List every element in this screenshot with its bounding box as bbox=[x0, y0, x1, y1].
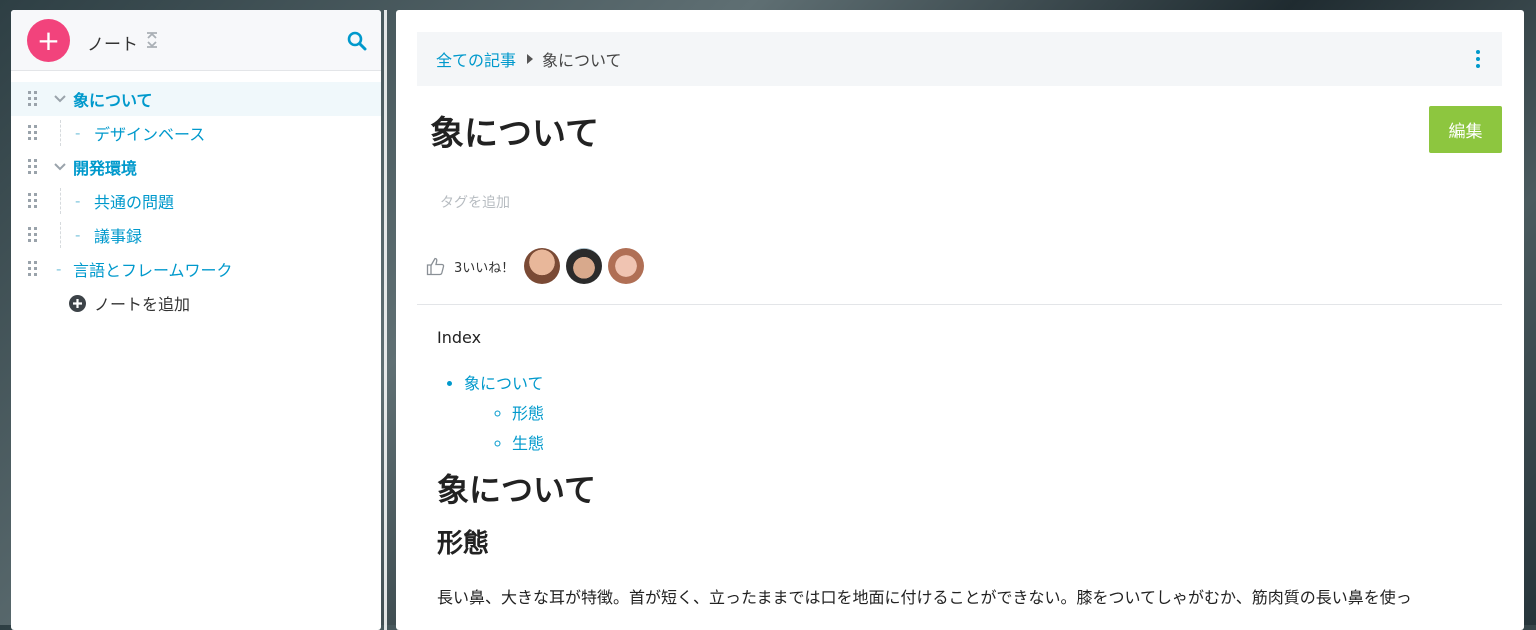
plus-circle-icon bbox=[69, 294, 86, 312]
add-note-label: ノートを追加 bbox=[94, 295, 191, 314]
content-divider bbox=[417, 304, 1502, 305]
add-note-button[interactable]: ノートを追加 bbox=[69, 291, 190, 315]
index-label: Index bbox=[437, 328, 482, 347]
toc-subitem[interactable]: 形態 bbox=[512, 399, 1484, 429]
tree-item-label: 議事録 bbox=[94, 227, 143, 246]
chevron-down-icon[interactable] bbox=[54, 163, 66, 171]
toc-link[interactable]: 生態 bbox=[512, 434, 544, 453]
article-panel: 全ての記事 象について 象について 編集 タグを追加 3いいね！ Index 象… bbox=[396, 10, 1524, 630]
article-body: Index 象について 形態 生態 象について 形態 長い鼻、大きな耳が特徴。首… bbox=[437, 328, 1484, 608]
tree-dash: - bbox=[75, 124, 81, 142]
toc-item[interactable]: 象について 形態 生態 bbox=[464, 369, 1484, 459]
chevron-down-icon[interactable] bbox=[54, 95, 66, 103]
tree-item-label: 開発環境 bbox=[73, 159, 138, 178]
drag-handle-icon[interactable] bbox=[28, 193, 38, 209]
tree-guide-line bbox=[60, 222, 61, 248]
tree-guide-line bbox=[60, 188, 61, 214]
tree-item-dev-env[interactable]: 開発環境 bbox=[11, 150, 381, 184]
kebab-icon[interactable] bbox=[1476, 50, 1480, 68]
add-tag-input[interactable]: タグを追加 bbox=[440, 192, 510, 212]
collapse-icon[interactable] bbox=[145, 30, 159, 50]
sidebar-header: + ノート bbox=[11, 10, 381, 71]
breadcrumb: 全ての記事 象について bbox=[417, 32, 1502, 86]
subsection-heading: 形態 bbox=[437, 529, 490, 559]
toc-subitem[interactable]: 生態 bbox=[512, 429, 1484, 459]
edit-button[interactable]: 編集 bbox=[1429, 106, 1502, 153]
sidebar: + ノート 象について - デザインベース 開発環境 - 共通の問題 - 議事録… bbox=[11, 10, 381, 630]
avatar[interactable] bbox=[566, 248, 603, 284]
like-count[interactable]: 3いいね！ bbox=[454, 257, 514, 276]
tree-item-label: 共通の問題 bbox=[94, 193, 175, 212]
thumbs-up-icon[interactable] bbox=[426, 257, 445, 276]
tree-item-design-base[interactable]: - デザインベース bbox=[11, 116, 381, 150]
breadcrumb-current: 象について bbox=[542, 51, 622, 70]
panel-divider[interactable] bbox=[384, 10, 387, 630]
tree-dash: - bbox=[75, 192, 81, 210]
drag-handle-icon[interactable] bbox=[28, 261, 38, 277]
search-icon[interactable] bbox=[347, 31, 367, 51]
section-heading: 象について bbox=[437, 471, 597, 509]
page-title: 象について bbox=[430, 114, 599, 154]
sidebar-title: ノート bbox=[87, 35, 138, 55]
tree-item-label: 象について bbox=[73, 91, 153, 110]
tree-dash: - bbox=[75, 226, 81, 244]
like-row: 3いいね！ bbox=[426, 248, 650, 284]
toc-link[interactable]: 象について bbox=[464, 374, 544, 393]
table-of-contents: 象について 形態 生態 bbox=[437, 369, 1484, 459]
tree-item-minutes[interactable]: - 議事録 bbox=[11, 218, 381, 252]
tree-item-languages[interactable]: - 言語とフレームワーク bbox=[11, 252, 381, 286]
drag-handle-icon[interactable] bbox=[28, 125, 38, 141]
tree-item-elephant[interactable]: 象について bbox=[11, 82, 381, 116]
toc-link[interactable]: 形態 bbox=[512, 404, 544, 423]
tree-item-label: 言語とフレームワーク bbox=[73, 261, 233, 280]
avatar[interactable] bbox=[608, 248, 645, 284]
tree-guide-line bbox=[60, 120, 61, 146]
tree-dash: - bbox=[56, 260, 62, 278]
tree-item-label: デザインベース bbox=[94, 125, 206, 144]
note-tree: 象について - デザインベース 開発環境 - 共通の問題 - 議事録 - 言語と… bbox=[11, 82, 381, 286]
avatar[interactable] bbox=[524, 248, 561, 284]
drag-handle-icon[interactable] bbox=[28, 227, 38, 243]
caret-right-icon bbox=[527, 54, 534, 64]
drag-handle-icon[interactable] bbox=[28, 159, 38, 175]
breadcrumb-root-link[interactable]: 全ての記事 bbox=[436, 47, 516, 71]
drag-handle-icon[interactable] bbox=[28, 91, 38, 107]
add-button[interactable]: + bbox=[27, 19, 70, 62]
tree-item-common-issues[interactable]: - 共通の問題 bbox=[11, 184, 381, 218]
paragraph: 長い鼻、大きな耳が特徴。首が短く、立ったままでは口を地面に付けることができない。… bbox=[437, 588, 1412, 607]
